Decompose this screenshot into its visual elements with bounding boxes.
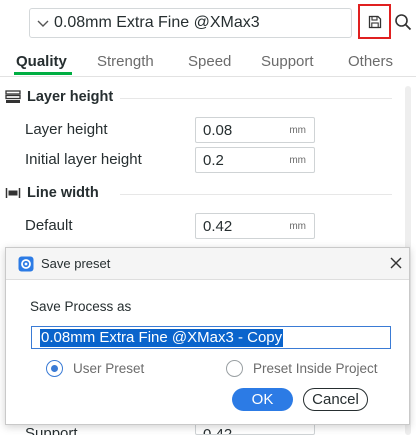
tabs-divider [0, 76, 416, 77]
support-line-width-value: 0.42 [203, 426, 233, 435]
preset-dropdown[interactable]: 0.08mm Extra Fine @XMax3 [29, 8, 352, 38]
project-preset-label: Preset Inside Project [253, 361, 378, 376]
section-layer-height-title: Layer height [27, 89, 114, 105]
dialog-titlebar: Save preset [6, 248, 409, 279]
tab-strength[interactable]: Strength [97, 53, 154, 70]
layer-height-input[interactable]: 0.08 mm [195, 117, 315, 143]
preset-name-input[interactable]: 0.08mm Extra Fine @XMax3 - Copy [31, 326, 391, 349]
preset-dropdown-value: 0.08mm Extra Fine @XMax3 [54, 14, 260, 31]
initial-layer-height-value: 0.2 [203, 151, 224, 169]
preset-toolbar: 0.08mm Extra Fine @XMax3 [0, 0, 416, 44]
save-preset-button[interactable] [358, 4, 391, 39]
section-divider [120, 194, 392, 195]
tab-speed[interactable]: Speed [188, 53, 231, 70]
layer-height-label: Layer height [25, 121, 108, 138]
section-divider [120, 98, 392, 99]
user-preset-label: User Preset [73, 361, 145, 376]
user-preset-radio[interactable] [46, 360, 63, 377]
ok-button[interactable]: OK [232, 388, 293, 411]
app-logo-icon [18, 256, 34, 272]
section-layer-height: Layer height [5, 89, 113, 105]
layer-height-value: 0.08 [203, 121, 233, 139]
dialog-title: Save preset [41, 256, 111, 271]
line-width-icon [5, 188, 21, 198]
dialog-divider [6, 279, 409, 280]
support-line-width-label: Support [25, 425, 78, 435]
initial-layer-height-label: Initial layer height [25, 151, 142, 168]
tab-quality[interactable]: Quality [16, 53, 67, 70]
layer-height-unit: mm [289, 124, 306, 136]
save-as-label: Save Process as [30, 299, 132, 314]
initial-layer-height-input[interactable]: 0.2 mm [195, 147, 315, 173]
close-icon[interactable] [388, 255, 404, 271]
default-line-width-input[interactable]: 0.42 mm [195, 213, 315, 239]
default-line-width-unit: mm [289, 220, 306, 232]
save-preset-dialog: Save preset Save Process as 0.08mm Extra… [5, 247, 410, 425]
chevron-down-icon [37, 20, 49, 27]
preset-name-value: 0.08mm Extra Fine @XMax3 - Copy [40, 329, 284, 347]
tab-support[interactable]: Support [261, 53, 314, 70]
initial-layer-height-unit: mm [289, 154, 306, 166]
cancel-button[interactable]: Cancel [303, 388, 368, 411]
default-line-width-label: Default [25, 217, 73, 234]
section-line-width-title: Line width [27, 185, 99, 201]
layer-height-icon [5, 90, 21, 103]
save-icon [368, 15, 381, 28]
tab-others[interactable]: Others [348, 53, 393, 70]
search-icon[interactable] [394, 13, 412, 31]
section-line-width: Line width [5, 185, 99, 201]
default-line-width-value: 0.42 [203, 217, 233, 235]
project-preset-radio[interactable] [226, 360, 243, 377]
active-tab-indicator [14, 72, 72, 75]
